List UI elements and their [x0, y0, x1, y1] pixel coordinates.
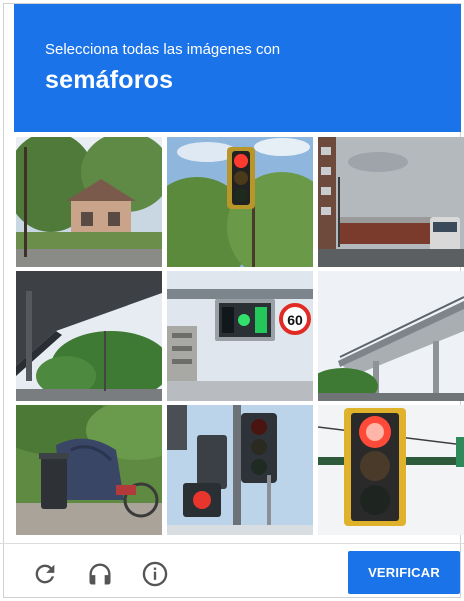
traffic-lights-pole-image [167, 405, 313, 535]
highway-overpass-image [318, 271, 464, 401]
instruction-text: Selecciona todas las imágenes con [45, 41, 281, 58]
image-tile-7[interactable] [16, 405, 162, 535]
target-object-text: semáforos [45, 66, 174, 94]
reload-icon[interactable] [31, 560, 59, 588]
traffic-light-red-image [167, 137, 313, 267]
headphones-icon[interactable] [86, 560, 114, 588]
image-tile-1[interactable] [16, 137, 162, 267]
image-tile-6[interactable] [318, 271, 464, 401]
image-tile-9[interactable] [318, 405, 464, 535]
challenge-header: Selecciona todas las imágenes con semáfo… [14, 4, 461, 132]
image-grid: 60 [16, 137, 464, 535]
image-tile-5[interactable]: 60 [167, 271, 313, 401]
traffic-light-green-image: 60 [167, 271, 313, 401]
covered-motorbikes-image [16, 405, 162, 535]
info-icon[interactable] [141, 560, 169, 588]
image-tile-2[interactable] [167, 137, 313, 267]
image-tile-4[interactable] [16, 271, 162, 401]
image-tile-8[interactable] [167, 405, 313, 535]
traffic-light-closeup-image [318, 405, 464, 535]
street-houses-image [16, 137, 162, 267]
highway-underpass-image [16, 271, 162, 401]
speed-limit-text: 60 [287, 312, 303, 328]
verify-button[interactable]: VERIFICAR [348, 551, 460, 594]
image-tile-3[interactable] [318, 137, 464, 267]
road-building-bus-image [318, 137, 464, 267]
footer-divider [0, 543, 464, 544]
